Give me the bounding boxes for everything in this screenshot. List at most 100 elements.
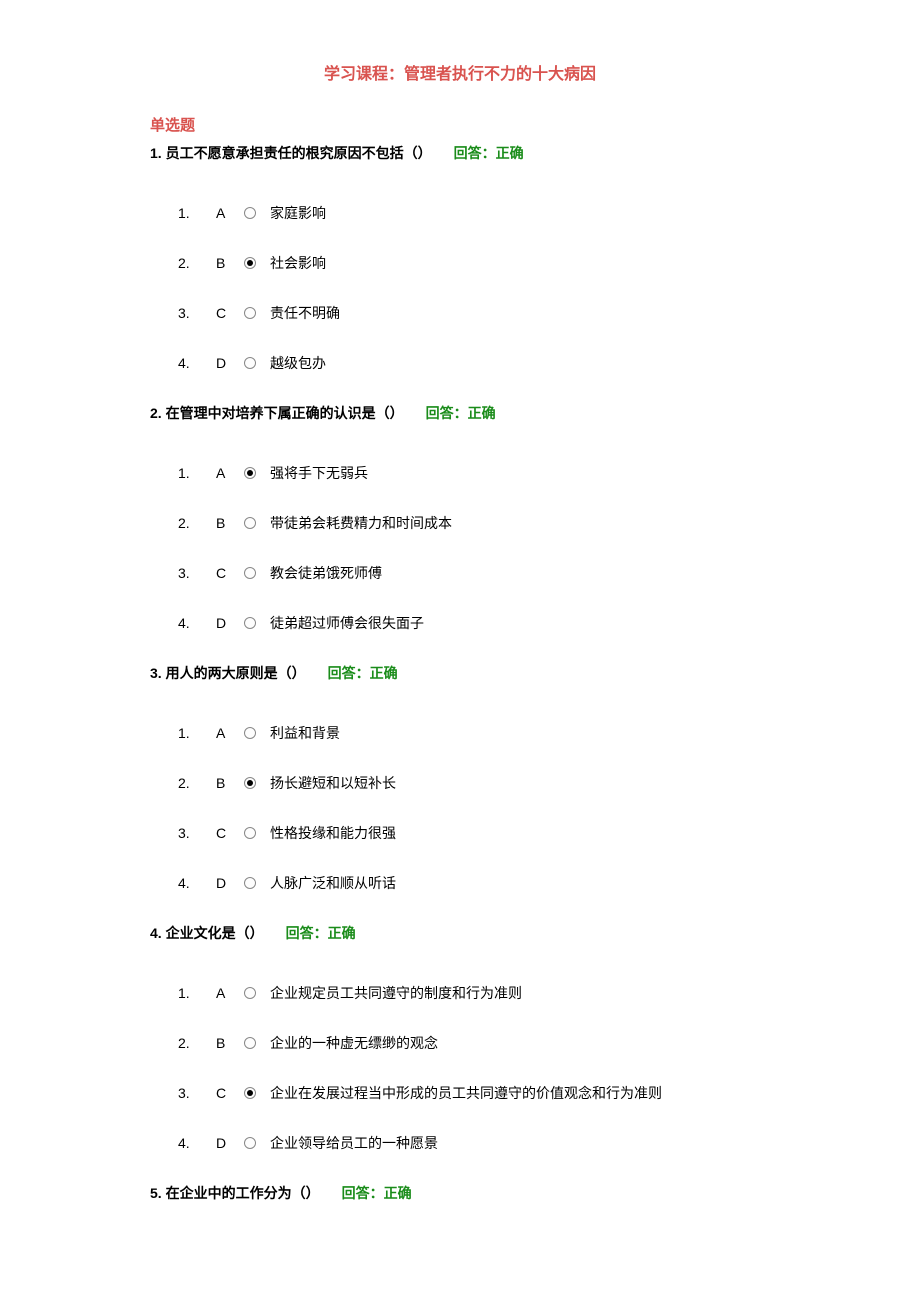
- question-text: 2. 在管理中对培养下属正确的认识是（）: [150, 405, 404, 421]
- option-number: 3.: [178, 565, 216, 581]
- option-letter: A: [216, 985, 238, 1001]
- radio-button[interactable]: [244, 1037, 256, 1049]
- option-text: 企业领导给员工的一种愿景: [270, 1133, 438, 1153]
- option-letter: D: [216, 355, 238, 371]
- radio-button[interactable]: [244, 877, 256, 889]
- radio-button[interactable]: [244, 617, 256, 629]
- question-stem: 1. 员工不愿意承担责任的根究原因不包括（）回答：正确: [150, 143, 770, 163]
- option-number: 1.: [178, 465, 216, 481]
- option-text: 强将手下无弱兵: [270, 463, 368, 483]
- option-letter: B: [216, 515, 238, 531]
- option-text: 社会影响: [270, 253, 326, 273]
- options-group: 1.A 强将手下无弱兵 2.B 带徒弟会耗费精力和时间成本 3.C 教会徒弟饿死师傅 4.D…: [178, 463, 770, 633]
- option-letter: B: [216, 775, 238, 791]
- option-number: 3.: [178, 305, 216, 321]
- radio-button[interactable]: [244, 1137, 256, 1149]
- radio-button[interactable]: [244, 777, 256, 789]
- option-letter: D: [216, 615, 238, 631]
- option-row[interactable]: 1.A 企业规定员工共同遵守的制度和行为准则: [178, 983, 770, 1003]
- radio-button[interactable]: [244, 987, 256, 999]
- option-number: 1.: [178, 205, 216, 221]
- option-letter: C: [216, 825, 238, 841]
- options-group: 1.A 家庭影响 2.B 社会影响 3.C 责任不明确 4.D 越级包办: [178, 203, 770, 373]
- option-row[interactable]: 2.B 带徒弟会耗费精力和时间成本: [178, 513, 770, 533]
- option-letter: D: [216, 875, 238, 891]
- question-text: 4. 企业文化是（）: [150, 925, 264, 941]
- answer-status: 回答：正确: [342, 1185, 412, 1201]
- option-text: 企业的一种虚无缥缈的观念: [270, 1033, 438, 1053]
- section-heading: 单选题: [150, 114, 770, 135]
- option-text: 扬长避短和以短补长: [270, 773, 396, 793]
- question-stem: 4. 企业文化是（） 回答：正确: [150, 923, 770, 943]
- option-text: 性格投缘和能力很强: [270, 823, 396, 843]
- option-row[interactable]: 4.D 越级包办: [178, 353, 770, 373]
- option-number: 4.: [178, 615, 216, 631]
- question-text: 3. 用人的两大原则是（）: [150, 665, 306, 681]
- radio-button[interactable]: [244, 1087, 256, 1099]
- radio-button[interactable]: [244, 567, 256, 579]
- question-stem: 3. 用人的两大原则是（） 回答：正确: [150, 663, 770, 683]
- options-group: 1.A 利益和背景 2.B 扬长避短和以短补长 3.C 性格投缘和能力很强 4.D 人脉广泛和…: [178, 723, 770, 893]
- option-letter: C: [216, 305, 238, 321]
- option-text: 家庭影响: [270, 203, 326, 223]
- option-number: 1.: [178, 725, 216, 741]
- option-row[interactable]: 3.C 企业在发展过程当中形成的员工共同遵守的价值观念和行为准则: [178, 1083, 770, 1103]
- option-number: 2.: [178, 1035, 216, 1051]
- option-row[interactable]: 1.A 利益和背景: [178, 723, 770, 743]
- radio-button[interactable]: [244, 307, 256, 319]
- option-letter: B: [216, 1035, 238, 1051]
- answer-status: 回答：正确: [454, 145, 524, 161]
- option-row[interactable]: 2.B 社会影响: [178, 253, 770, 273]
- option-row[interactable]: 1.A 强将手下无弱兵: [178, 463, 770, 483]
- option-text: 教会徒弟饿死师傅: [270, 563, 382, 583]
- question-text: 5. 在企业中的工作分为（）: [150, 1185, 320, 1201]
- option-row[interactable]: 3.C 性格投缘和能力很强: [178, 823, 770, 843]
- option-number: 4.: [178, 1135, 216, 1151]
- option-letter: D: [216, 1135, 238, 1151]
- option-row[interactable]: 2.B 扬长避短和以短补长: [178, 773, 770, 793]
- course-title: 学习课程：管理者执行不力的十大病因: [150, 60, 770, 84]
- radio-button[interactable]: [244, 827, 256, 839]
- option-letter: C: [216, 1085, 238, 1101]
- option-text: 责任不明确: [270, 303, 340, 323]
- options-group: 1.A 企业规定员工共同遵守的制度和行为准则 2.B 企业的一种虚无缥缈的观念 3.C 企…: [178, 983, 770, 1153]
- radio-button[interactable]: [244, 727, 256, 739]
- option-row[interactable]: 4.D 徒弟超过师傅会很失面子: [178, 613, 770, 633]
- option-row[interactable]: 3.C 责任不明确: [178, 303, 770, 323]
- radio-button[interactable]: [244, 257, 256, 269]
- question-stem: 5. 在企业中的工作分为（） 回答：正确: [150, 1183, 770, 1203]
- option-number: 2.: [178, 515, 216, 531]
- option-text: 企业规定员工共同遵守的制度和行为准则: [270, 983, 522, 1003]
- option-number: 4.: [178, 355, 216, 371]
- option-letter: C: [216, 565, 238, 581]
- option-number: 2.: [178, 775, 216, 791]
- radio-button[interactable]: [244, 467, 256, 479]
- question-stem: 2. 在管理中对培养下属正确的认识是（） 回答：正确: [150, 403, 770, 423]
- option-text: 越级包办: [270, 353, 326, 373]
- option-text: 徒弟超过师傅会很失面子: [270, 613, 424, 633]
- option-text: 利益和背景: [270, 723, 340, 743]
- option-row[interactable]: 2.B 企业的一种虚无缥缈的观念: [178, 1033, 770, 1053]
- answer-status: 回答：正确: [426, 405, 496, 421]
- option-row[interactable]: 4.D 企业领导给员工的一种愿景: [178, 1133, 770, 1153]
- option-number: 3.: [178, 825, 216, 841]
- option-row[interactable]: 3.C 教会徒弟饿死师傅: [178, 563, 770, 583]
- option-letter: A: [216, 465, 238, 481]
- option-number: 3.: [178, 1085, 216, 1101]
- radio-button[interactable]: [244, 207, 256, 219]
- answer-status: 回答：正确: [286, 925, 356, 941]
- option-letter: A: [216, 205, 238, 221]
- option-text: 人脉广泛和顺从听话: [270, 873, 396, 893]
- option-number: 2.: [178, 255, 216, 271]
- option-number: 4.: [178, 875, 216, 891]
- option-number: 1.: [178, 985, 216, 1001]
- answer-status: 回答：正确: [328, 665, 398, 681]
- radio-button[interactable]: [244, 357, 256, 369]
- option-row[interactable]: 4.D 人脉广泛和顺从听话: [178, 873, 770, 893]
- option-text: 带徒弟会耗费精力和时间成本: [270, 513, 452, 533]
- option-letter: B: [216, 255, 238, 271]
- option-row[interactable]: 1.A 家庭影响: [178, 203, 770, 223]
- radio-button[interactable]: [244, 517, 256, 529]
- option-letter: A: [216, 725, 238, 741]
- option-text: 企业在发展过程当中形成的员工共同遵守的价值观念和行为准则: [270, 1083, 662, 1103]
